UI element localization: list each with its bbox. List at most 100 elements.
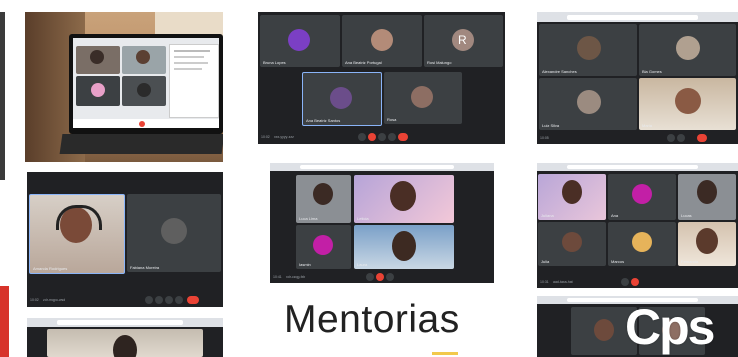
avatar xyxy=(562,232,582,252)
end-call-button[interactable] xyxy=(631,278,639,286)
avatar xyxy=(161,218,187,244)
meeting-time: 10:02 xyxy=(261,135,270,139)
participant-tile-active: Ana Beatriz Santos xyxy=(302,72,382,126)
avatar xyxy=(675,88,701,114)
caption-mentorias: Mentorias xyxy=(284,298,460,341)
participant-name: Iasmin xyxy=(299,262,311,267)
participant-tile: Ana Beatriz Portugal xyxy=(342,15,422,67)
participant-tile: R Rosi Malungo xyxy=(424,15,503,67)
left-edge-photo-strip xyxy=(0,12,5,180)
meeting-time: 10:02 xyxy=(30,298,39,302)
avatar xyxy=(313,235,333,255)
participant-tile: Laura xyxy=(354,225,454,269)
participant-name: Lucas xyxy=(681,213,692,218)
participant-tile: Marcos xyxy=(608,222,676,266)
participant-name: Leticia xyxy=(357,216,369,221)
meet-screenshot-top-right: Alexandre Sanches Bia Gomes Luiz Silva M… xyxy=(537,12,738,144)
participant-tile: Juliana xyxy=(538,174,606,220)
meeting-id: aad-taxa-hat xyxy=(553,280,573,284)
avatar xyxy=(676,36,700,60)
avatar xyxy=(288,29,310,51)
meet-control-bar: 10:31 aad-taxa-hat xyxy=(537,276,738,288)
end-call-button[interactable] xyxy=(187,296,199,304)
avatar xyxy=(330,87,352,109)
hangup-button[interactable] xyxy=(398,133,408,141)
avatar xyxy=(594,319,614,341)
participant-tile: Fernanda xyxy=(678,222,736,266)
participant-name: Fabiana Moreira xyxy=(130,265,160,270)
participant-tile: Fabiana Moreira xyxy=(127,194,221,272)
mic-button[interactable] xyxy=(145,296,153,304)
meeting-id: xdr-czqg-fxb xyxy=(286,275,306,279)
caption-underline-accent xyxy=(432,352,458,355)
meet-screenshot-bottom-left xyxy=(27,318,223,357)
end-call-button[interactable] xyxy=(376,273,384,281)
meet-screenshot-mid-left: Amanda Rodrigues Fabiana Moreira 10:02 z… xyxy=(27,172,223,307)
meeting-time: 10:31 xyxy=(540,280,549,284)
avatar xyxy=(632,184,652,204)
participant-tile-active: Amanda Rodrigues xyxy=(29,194,125,274)
avatar xyxy=(113,335,137,357)
mic-button[interactable] xyxy=(667,134,675,142)
present-button[interactable] xyxy=(165,296,173,304)
participant-name: Marcos xyxy=(611,259,625,264)
participant-name: Bruna Lopes xyxy=(263,60,286,65)
participant-tile: Lucas xyxy=(678,174,736,220)
camera-button[interactable] xyxy=(386,273,394,281)
participant-tile: Ana xyxy=(608,174,676,220)
avatar xyxy=(313,183,333,205)
participant-tile: Maria xyxy=(639,78,736,130)
participant-tile: Julia xyxy=(538,222,606,266)
browser-chrome xyxy=(270,163,494,171)
laptop-tile xyxy=(76,76,120,106)
participant-tile: Luca Lima xyxy=(296,175,351,223)
mic-button[interactable] xyxy=(621,278,629,286)
avatar xyxy=(632,232,652,252)
avatar xyxy=(371,29,393,51)
participant-tile: Bia Gomes xyxy=(639,24,736,76)
meet-screenshot-bottom-right: Cps xyxy=(537,296,738,357)
avatar xyxy=(696,228,718,254)
meeting-time: 10:05 xyxy=(540,136,549,140)
end-call-button[interactable] xyxy=(368,133,376,141)
avatar xyxy=(390,181,416,211)
avatar xyxy=(577,36,601,60)
laptop-tile xyxy=(76,46,120,74)
mic-button[interactable] xyxy=(358,133,366,141)
avatar xyxy=(697,180,717,204)
avatar xyxy=(577,90,601,114)
laptop-side-panel xyxy=(169,44,219,118)
camera-button[interactable] xyxy=(677,134,685,142)
laptop-keyboard xyxy=(59,134,223,154)
participant-tile: Luiz Silva xyxy=(539,78,637,130)
end-call-button[interactable] xyxy=(697,134,707,142)
cps-logo: Cps xyxy=(625,299,738,357)
camera-button[interactable] xyxy=(378,133,386,141)
meet-control-bar: 10:02 zdr-mqpo-wsd xyxy=(27,293,223,307)
present-button[interactable] xyxy=(388,133,396,141)
participant-name: Amanda Rodrigues xyxy=(33,266,68,271)
participant-name: Fernanda xyxy=(681,259,699,264)
mic-button[interactable] xyxy=(366,273,374,281)
meeting-id: xxx-yyyy-zzz xyxy=(274,135,294,139)
browser-chrome xyxy=(537,12,738,22)
camera-button[interactable] xyxy=(155,296,163,304)
participant-name: Alexandre Sanches xyxy=(542,69,577,74)
laptop-screen xyxy=(69,34,223,134)
more-options-button[interactable] xyxy=(175,296,183,304)
participant-name: Ana Beatriz Portugal xyxy=(345,60,382,65)
participant-name: Ana Beatriz Santos xyxy=(306,118,341,123)
browser-chrome xyxy=(27,318,223,327)
meeting-id: zdr-mqpo-wsd xyxy=(43,298,66,302)
meet-control-bar: 10:02 xxx-yyyy-zzz xyxy=(258,130,505,144)
participant-name: Ana xyxy=(611,213,619,218)
participant-name: Laura xyxy=(357,262,368,267)
participant-tile: Rosa xyxy=(384,72,462,124)
participant-name: Rosa xyxy=(387,117,397,122)
meet-screenshot-mid-right: Juliana Ana Lucas Julia Marcos Fernanda … xyxy=(537,163,738,288)
cps-logo-text: Cps xyxy=(625,299,715,355)
avatar-letter: R xyxy=(458,33,467,47)
participant-tile: Alexandre Sanches xyxy=(539,24,637,76)
participant-tile: Bruna Lopes xyxy=(260,15,340,67)
participant-name: Luiz Silva xyxy=(542,123,560,128)
